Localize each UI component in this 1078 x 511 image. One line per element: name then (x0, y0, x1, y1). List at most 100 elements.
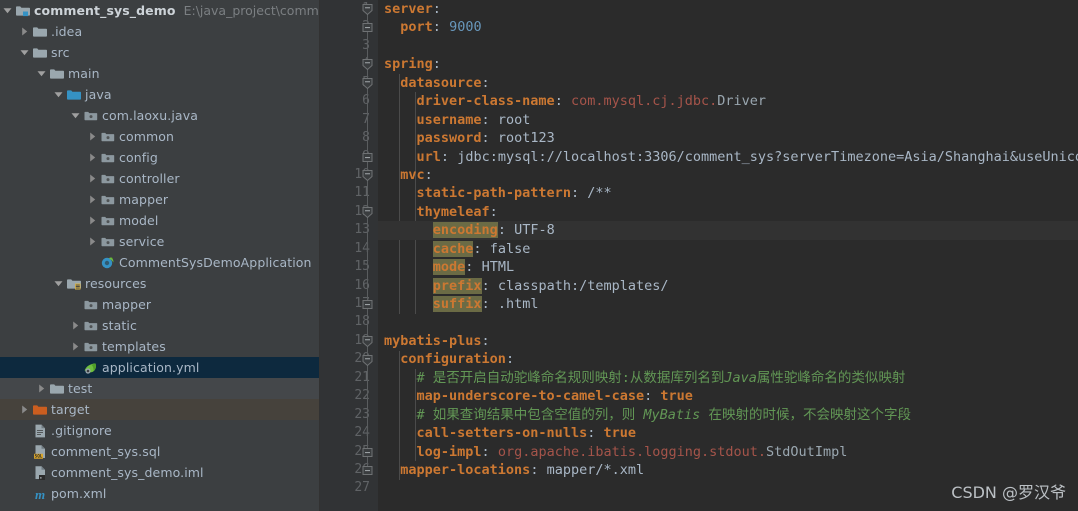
chevron-down-icon[interactable] (51, 84, 65, 105)
maven-file-icon: m (31, 483, 48, 504)
chevron-right-icon[interactable] (17, 21, 31, 42)
chevron-right-icon[interactable] (85, 210, 99, 231)
tree-row-pom-xml[interactable]: m pom.xml (0, 483, 319, 504)
tree-row-static[interactable]: static (0, 315, 319, 336)
fold-marker-line-5[interactable] (360, 76, 375, 91)
tree-row-commentsysdemoapplication[interactable]: CommentSysDemoApplication (0, 252, 319, 273)
chevron-right-icon[interactable] (68, 315, 82, 336)
tree-row-comment-sys-demo-iml[interactable]: comment_sys_demo.iml (0, 462, 319, 483)
tree-row-common[interactable]: common (0, 126, 319, 147)
code-line-12[interactable]: thymeleaf: (378, 203, 1078, 221)
code-line-10[interactable]: mvc: (378, 166, 1078, 184)
code-line-5[interactable]: datasource: (378, 74, 1078, 92)
tree-row-resources[interactable]: resources (0, 273, 319, 294)
package-icon (99, 147, 116, 168)
code-content-area[interactable]: server: port: 9000 spring: datasource: d… (378, 0, 1078, 511)
project-tree-panel[interactable]: comment_sys_demo E:\java_project\comment_… (0, 0, 320, 511)
tree-row-target[interactable]: target (0, 399, 319, 420)
fold-marker-line-12[interactable] (360, 205, 375, 220)
code-line-26[interactable]: mapper-locations: mapper/*.xml (378, 461, 1078, 479)
code-line-9[interactable]: url: jdbc:mysql://localhost:3306/comment… (378, 148, 1078, 166)
fold-marker-line-17[interactable] (360, 297, 375, 312)
tree-row-mapper[interactable]: mapper (0, 189, 319, 210)
fold-marker-line-2[interactable] (360, 20, 375, 35)
package-icon (99, 168, 116, 189)
fold-marker-line-1[interactable] (360, 2, 375, 17)
code-line-20[interactable]: configuration: (378, 350, 1078, 368)
tree-row-controller[interactable]: controller (0, 168, 319, 189)
code-line-25[interactable]: log-impl: org.apache.ibatis.logging.stdo… (378, 443, 1078, 461)
tree-row-idea[interactable]: .idea (0, 21, 319, 42)
chevron-right-icon[interactable] (85, 168, 99, 189)
chevron-right-icon[interactable] (85, 147, 99, 168)
fold-marker-line-9[interactable] (360, 150, 375, 165)
tree-row-mapper[interactable]: mapper (0, 294, 319, 315)
chevron-down-icon[interactable] (34, 63, 48, 84)
fold-marker-line-26[interactable] (360, 463, 375, 478)
code-line-11[interactable]: static-path-pattern: /** (378, 184, 1078, 202)
yaml-key: spring (384, 56, 433, 73)
tree-row-project-root[interactable]: comment_sys_demo E:\java_project\comment_… (0, 0, 319, 21)
code-line-18[interactable] (378, 313, 1078, 331)
chevron-down-icon[interactable] (0, 0, 14, 21)
code-line-19[interactable]: mybatis-plus: (378, 332, 1078, 350)
code-line-17[interactable]: suffix: .html (378, 295, 1078, 313)
fold-marker-line-19[interactable] (360, 334, 375, 349)
yaml-key: cache (432, 240, 474, 257)
chevron-right-icon[interactable] (85, 189, 99, 210)
yaml-key: password (416, 130, 482, 147)
svg-text:m: m (34, 487, 44, 502)
code-line-8[interactable]: password: root123 (378, 129, 1078, 147)
chevron-right-icon[interactable] (85, 231, 99, 252)
chevron-right-icon[interactable] (17, 399, 31, 420)
code-line-2[interactable]: port: 9000 (378, 18, 1078, 36)
tree-row-gitignore[interactable]: .gitignore (0, 420, 319, 441)
folder-icon (48, 63, 65, 84)
chevron-down-icon[interactable] (51, 273, 65, 294)
tree-label: com.laoxu.java (102, 108, 198, 123)
code-line-14[interactable]: cache: false (378, 240, 1078, 258)
fold-marker-line-10[interactable] (360, 168, 375, 183)
code-line-24[interactable]: call-setters-on-nulls: true (378, 424, 1078, 442)
chevron-right-icon[interactable] (85, 126, 99, 147)
tree-row-comment-sys-sql[interactable]: SQL comment_sys.sql (0, 441, 319, 462)
tree-row-config[interactable]: config (0, 147, 319, 168)
code-line-23[interactable]: # 如果查询结果中包含空值的列，则 MyBatis 在映射的时候，不会映射这个字… (378, 406, 1078, 424)
chevron-down-icon[interactable] (68, 105, 82, 126)
tree-row-application-yml[interactable]: application.yml (0, 357, 319, 378)
tree-row-main[interactable]: main (0, 63, 319, 84)
yaml-key: server (384, 1, 433, 17)
chevron-down-icon[interactable] (17, 42, 31, 63)
chevron-right-icon[interactable] (68, 336, 82, 357)
tree-row-java[interactable]: java (0, 84, 319, 105)
tree-row-src[interactable]: src (0, 42, 319, 63)
tree-row-com-laoxu-java[interactable]: com.laoxu.java (0, 105, 319, 126)
code-line-6[interactable]: driver-class-name: com.mysql.cj.jdbc.Dri… (378, 92, 1078, 110)
tree-label: java (85, 87, 112, 102)
tree-row-model[interactable]: model (0, 210, 319, 231)
code-line-27[interactable] (378, 479, 1078, 497)
tree-row-templates[interactable]: templates (0, 336, 319, 357)
fold-marker-line-4[interactable] (360, 57, 375, 72)
tree-label: templates (102, 339, 166, 354)
code-editor[interactable]: 1234567891011121314151617181920212223242… (320, 0, 1078, 511)
yaml-value: HTML (481, 259, 515, 276)
code-line-16[interactable]: prefix: classpath:/templates/ (378, 277, 1078, 295)
code-line-22[interactable]: map-underscore-to-camel-case: true (378, 387, 1078, 405)
editor-gutter[interactable]: 1234567891011121314151617181920212223242… (320, 0, 378, 511)
code-line-21[interactable]: # 是否开启自动驼峰命名规则映射:从数据库列名到Java属性驼峰命名的类似映射 (378, 369, 1078, 387)
code-line-1[interactable]: server: (378, 0, 1078, 18)
tree-row-test[interactable]: test (0, 378, 319, 399)
fold-marker-line-20[interactable] (360, 353, 375, 368)
tree-row-service[interactable]: service (0, 231, 319, 252)
tree-label: application.yml (102, 360, 200, 375)
fold-marker-line-25[interactable] (360, 445, 375, 460)
spring-yaml-icon (82, 357, 99, 378)
code-line-4[interactable]: spring: (378, 55, 1078, 73)
code-line-15[interactable]: mode: HTML (378, 258, 1078, 276)
code-line-13[interactable]: encoding: UTF-8 (378, 221, 1078, 240)
code-line-7[interactable]: username: root (378, 111, 1078, 129)
chevron-right-icon[interactable] (34, 378, 48, 399)
code-line-3[interactable] (378, 37, 1078, 55)
